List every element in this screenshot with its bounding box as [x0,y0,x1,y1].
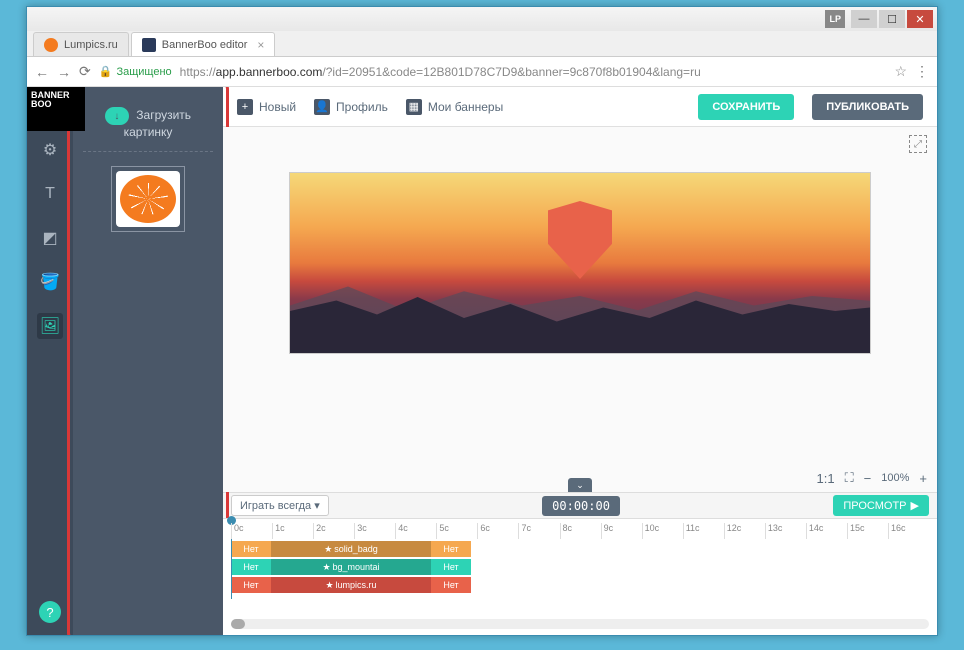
timecode: 00:00:00 [542,496,620,516]
close-tab-icon[interactable]: × [257,38,264,52]
new-button[interactable]: +Новый [237,99,296,115]
star-icon: ★ [324,544,332,555]
shapes-icon[interactable]: ◩ [37,225,63,251]
text-icon[interactable]: T [37,181,63,207]
image-thumbnail[interactable] [111,166,185,232]
zoom-controls: 1:1 ⛶ − 100% + [816,470,927,486]
app-root: BANNER BOO ⚙ T ◩ 🪣 🖼 ? ↓ Загрузить карти… [27,87,937,635]
upload-label-2: картинку [124,125,173,139]
play-mode-select[interactable]: Играть всегда ▾ [231,495,329,516]
tab-label: Lumpics.ru [64,39,118,51]
top-menu: +Новый 👤Профиль ▦Мои баннеры СОХРАНИТЬ П… [223,87,937,127]
cloud-upload-icon: ↓ [105,107,129,125]
fill-icon[interactable]: 🪣 [37,269,63,295]
image-icon[interactable]: 🖼 [37,313,63,339]
lock-icon: 🔒 [99,65,113,78]
user-icon: 👤 [314,99,330,115]
back-button[interactable]: ← [35,64,49,80]
horizontal-scrollbar[interactable] [231,619,929,629]
play-icon: ▶ [911,499,919,512]
help-icon[interactable]: ? [39,601,61,623]
upload-button[interactable]: ↓ Загрузить картинку [83,101,213,152]
playback-bar: Играть всегда ▾ 00:00:00 ПРОСМОТР ▶ [223,492,937,518]
secure-badge: 🔒 Защищено [99,65,172,78]
save-button[interactable]: СОХРАНИТЬ [698,94,794,120]
app-logo: BANNER BOO [27,87,85,131]
expand-icon[interactable]: ⤢ [909,135,927,153]
zoom-in-icon[interactable]: + [919,471,927,486]
secure-label: Защищено [116,66,171,78]
grid-icon: ▦ [406,99,422,115]
minimize-button[interactable]: — [851,10,877,28]
zoom-percent: 100% [881,472,909,484]
side-toolbar: ⚙ T ◩ 🪣 🖼 ? [27,87,73,635]
close-button[interactable]: ✕ [907,10,933,28]
browser-tabs: Lumpics.ru BannerBoo editor × [27,31,937,57]
zoom-out-icon[interactable]: − [864,471,872,486]
forward-button[interactable]: → [57,64,71,80]
aspect-icon[interactable]: 1:1 [816,471,834,486]
track-row[interactable]: Нет ★solid_badg Нет [231,541,471,557]
collapse-panel-icon[interactable]: ⌄ [568,478,592,492]
reload-button[interactable]: ⟳ [79,63,91,80]
star-icon: ★ [325,580,333,591]
track-row[interactable]: Нет ★bg_mountai Нет [231,559,471,575]
tracks: Нет ★solid_badg Нет Нет ★bg_mountai Нет … [231,541,929,593]
favicon-icon [44,38,58,52]
browser-window: LP — ☐ ✕ Lumpics.ru BannerBoo editor × ←… [26,6,938,636]
time-ruler[interactable]: 0c 1c 2c 3c 4c 5c 6c 7c 8c 9c 10c 11c 12… [231,523,929,539]
url-field[interactable]: https://app.bannerboo.com/?id=20951&code… [180,65,887,79]
window-titlebar: LP — ☐ ✕ [27,7,937,31]
lp-badge: LP [825,10,845,28]
plus-icon: + [237,99,253,115]
maximize-button[interactable]: ☐ [879,10,905,28]
canvas-area: ⤢ ⌄ 1:1 ⛶ − 100% + [223,127,937,492]
bookmark-icon[interactable]: ☆ [894,63,907,80]
profile-button[interactable]: 👤Профиль [314,99,388,115]
banner-canvas[interactable] [290,173,870,353]
tab-label: BannerBoo editor [162,39,248,51]
settings-icon[interactable]: ⚙ [37,137,63,163]
fit-icon[interactable]: ⛶ [845,470,854,486]
images-panel: ↓ Загрузить картинку [73,87,223,635]
mybanners-button[interactable]: ▦Мои баннеры [406,99,503,115]
track-row[interactable]: Нет ★lumpics.ru Нет [231,577,471,593]
main-area: +Новый 👤Профиль ▦Мои баннеры СОХРАНИТЬ П… [223,87,937,635]
upload-label: Загрузить [136,108,191,122]
publish-button[interactable]: ПУБЛИКОВАТЬ [812,94,923,120]
timeline: 0c 1c 2c 3c 4c 5c 6c 7c 8c 9c 10c 11c 12… [223,518,937,635]
tab-bannerboo[interactable]: BannerBoo editor × [131,32,276,56]
thumbnail-preview [116,171,180,227]
address-bar: ← → ⟳ 🔒 Защищено https://app.bannerboo.c… [27,57,937,87]
tab-lumpics[interactable]: Lumpics.ru [33,32,129,56]
star-icon: ★ [322,562,330,573]
favicon-icon [142,38,156,52]
preview-button[interactable]: ПРОСМОТР ▶ [833,495,929,516]
menu-icon[interactable]: ⋮ [915,63,929,80]
